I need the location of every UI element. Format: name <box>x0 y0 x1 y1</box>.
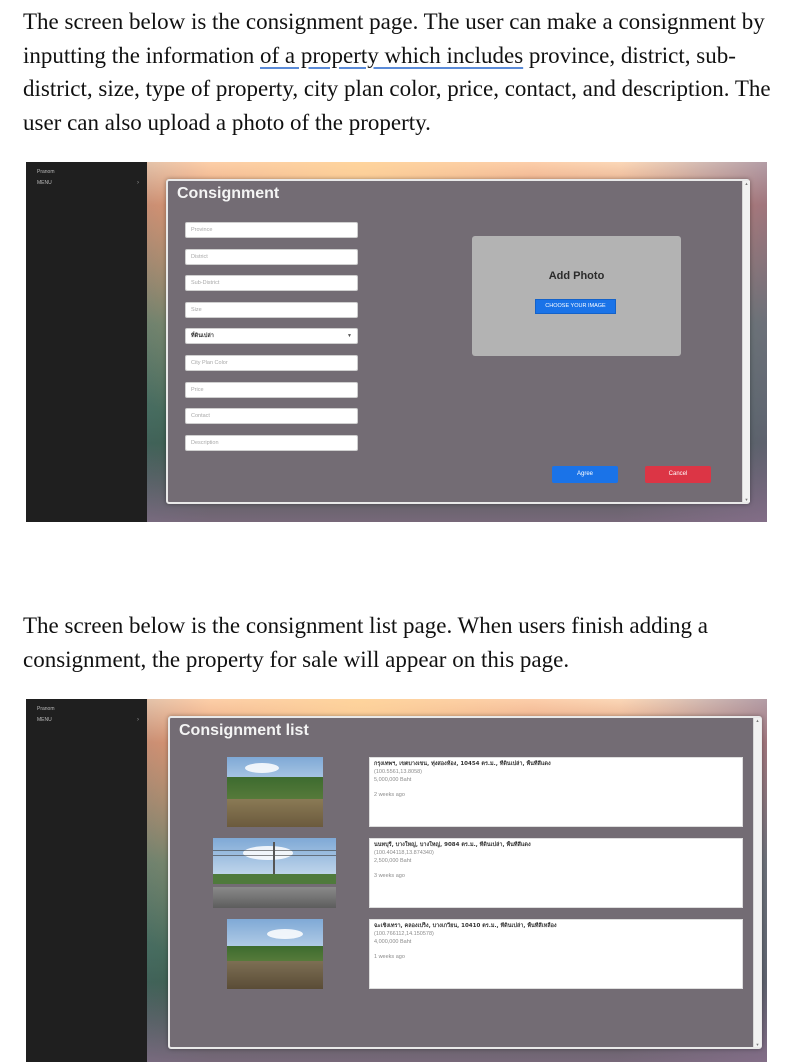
sidebar-username: Pranom <box>37 169 55 175</box>
sidebar: Pranom MENU › <box>26 162 147 522</box>
scroll-down-icon[interactable]: ▼ <box>744 497 749 502</box>
city-plan-color-input[interactable]: City Plan Color <box>185 355 358 371</box>
chevron-right-icon: › <box>137 180 139 186</box>
photo-cloud <box>267 929 303 939</box>
property-type-value: ที่ดินเปล่า <box>191 333 214 339</box>
photo-cloud <box>245 763 279 773</box>
consignment-list-panel: Consignment list กรุงเทพฯ, เขตบางเขน, ทุ… <box>168 716 762 1049</box>
contact-input[interactable]: Contact <box>185 408 358 424</box>
photo-land <box>227 799 323 827</box>
intro-paragraph-consignment: The screen below is the consignment page… <box>23 5 773 139</box>
scroll-down-icon[interactable]: ▼ <box>755 1042 760 1047</box>
cancel-button[interactable]: Cancel <box>645 466 711 483</box>
photo-cloud <box>243 846 293 860</box>
photo-land <box>227 961 323 989</box>
item-timestamp: 1 weeks ago <box>374 954 405 960</box>
consignment-form-panel: Consignment Province District Sub-Distri… <box>166 179 750 504</box>
consignment-list-screenshot: Pranom MENU › Consignment list กรุงเทพฯ,… <box>26 699 767 1062</box>
item-coordinates: (100.404118,13.874340) <box>374 850 434 856</box>
sidebar-menu-item[interactable]: MENU › <box>37 180 139 186</box>
add-photo-title: Add Photo <box>548 270 605 282</box>
property-photo[interactable] <box>213 838 336 908</box>
description-input[interactable]: Description <box>185 435 358 451</box>
sidebar-username: Pranom <box>37 706 55 712</box>
choose-image-button[interactable]: CHOOSE YOUR IMAGE <box>535 299 616 314</box>
add-photo-box: Add Photo CHOOSE YOUR IMAGE <box>472 236 681 356</box>
page-title: Consignment list <box>179 722 309 739</box>
sidebar: Pranom MENU › <box>26 699 147 1062</box>
sub-district-input[interactable]: Sub-District <box>185 275 358 291</box>
scroll-up-icon[interactable]: ▲ <box>744 181 749 186</box>
chevron-right-icon: › <box>137 717 139 723</box>
consignment-page-screenshot: Pranom MENU › Consignment Province Distr… <box>26 162 767 522</box>
photo-road <box>213 887 336 908</box>
item-timestamp: 2 weeks ago <box>374 792 405 798</box>
district-input[interactable]: District <box>185 249 358 265</box>
page-title: Consignment <box>177 185 280 202</box>
intro-paragraph-consignment-list: The screen below is the consignment list… <box>23 613 708 672</box>
size-input[interactable]: Size <box>185 302 358 318</box>
item-coordinates: (100.5561,13.8058) <box>374 769 423 775</box>
photo-trees <box>227 776 323 799</box>
item-address: นนทบุรี, บางใหญ่, บางใหญ่, 9084 ตร.ม., ท… <box>374 842 531 848</box>
property-photo[interactable] <box>227 757 323 827</box>
list-item[interactable]: นนทบุรี, บางใหญ่, บางใหญ่, 9084 ตร.ม., ท… <box>369 838 743 908</box>
list-item[interactable]: กรุงเทพฯ, เขตบางเขน, ทุ่งสองห้อง, 10454 … <box>369 757 743 827</box>
agree-button[interactable]: Agree <box>552 466 618 483</box>
sidebar-menu-item[interactable]: MENU › <box>37 717 139 723</box>
photo-trees <box>213 874 336 885</box>
scroll-up-icon[interactable]: ▲ <box>755 718 760 723</box>
item-address: ฉะเชิงเทรา, คลองเปร็ง, บางเกวียน, 10410 … <box>374 923 557 929</box>
caret-down-icon: ▼ <box>347 333 352 339</box>
sidebar-menu-label: MENU <box>37 717 52 723</box>
item-price: 4,000,000 Baht <box>374 939 412 945</box>
scrollbar[interactable]: ▲ ▼ <box>753 718 761 1047</box>
price-input[interactable]: Price <box>185 382 358 398</box>
sidebar-menu-label: MENU <box>37 180 52 186</box>
province-input[interactable]: Province <box>185 222 358 238</box>
item-coordinates: (100.766112,14.150578) <box>374 931 434 937</box>
underlined-phrase: of a property which includes <box>260 42 524 68</box>
item-address: กรุงเทพฯ, เขตบางเขน, ทุ่งสองห้อง, 10454 … <box>374 761 551 767</box>
scrollbar[interactable]: ▲ ▼ <box>742 181 750 502</box>
item-timestamp: 3 weeks ago <box>374 873 405 879</box>
list-item[interactable]: ฉะเชิงเทรา, คลองเปร็ง, บางเกวียน, 10410 … <box>369 919 743 989</box>
item-price: 2,500,000 Baht <box>374 858 412 864</box>
property-type-select[interactable]: ที่ดินเปล่า ▼ <box>185 328 358 344</box>
photo-trees <box>227 945 323 961</box>
photo-pole <box>273 842 275 878</box>
property-photo[interactable] <box>227 919 323 989</box>
item-price: 5,000,000 Baht <box>374 777 412 783</box>
